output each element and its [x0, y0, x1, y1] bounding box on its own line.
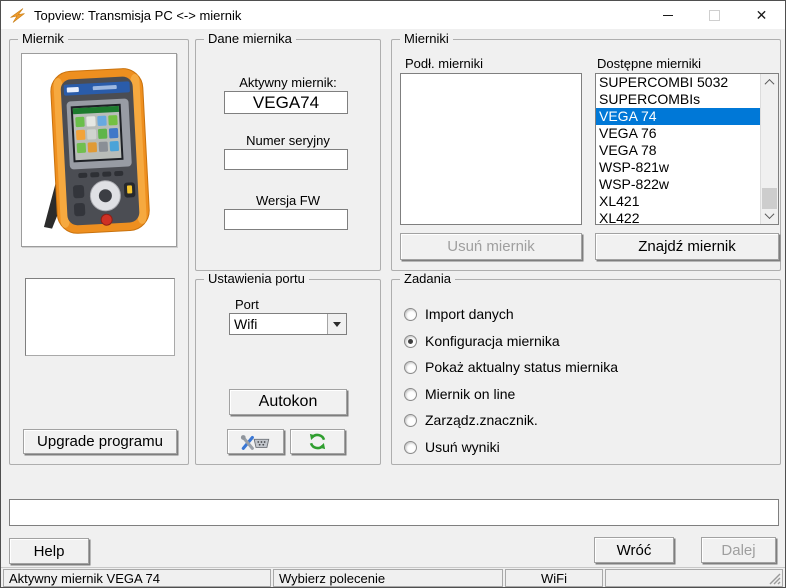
- chevron-down-icon: [333, 322, 341, 327]
- miernik-info-box: [25, 278, 175, 356]
- aktywny-miernik-value: VEGA74: [224, 91, 348, 114]
- radio-konfiguracja-miernika[interactable]: Konfiguracja miernika: [404, 333, 560, 349]
- port-combobox-value: Wifi: [230, 316, 327, 332]
- meter-device-illustration: [24, 56, 174, 244]
- radio-label: Import danych: [425, 306, 514, 322]
- help-button[interactable]: Help: [9, 538, 89, 564]
- radio-icon: [404, 414, 417, 427]
- radio-icon: [404, 361, 417, 374]
- refresh-icon: [308, 432, 327, 451]
- scrollbar-thumb[interactable]: [762, 188, 777, 209]
- status-empty: [605, 569, 783, 587]
- znajdz-miernik-label: Znajdź miernik: [638, 238, 736, 255]
- group-zadania: Zadania Import danych Konfiguracja miern…: [391, 279, 781, 465]
- list-item[interactable]: VEGA 76: [596, 125, 761, 142]
- wersja-fw-label: Wersja FW: [196, 193, 380, 208]
- list-item-selected[interactable]: VEGA 74: [596, 108, 761, 125]
- numer-seryjny-label: Numer seryjny: [196, 133, 380, 148]
- scroll-up-icon[interactable]: [761, 74, 778, 91]
- list-item[interactable]: SUPERCOMBI 5032: [596, 74, 761, 91]
- refresh-ports-button[interactable]: [290, 429, 345, 454]
- list-item[interactable]: VEGA 78: [596, 142, 761, 159]
- podl-mierniki-label: Podł. mierniki: [405, 56, 483, 71]
- app-window: Topview: Transmisja PC <-> miernik ✕ Mie…: [0, 0, 786, 588]
- port-config-button[interactable]: [227, 429, 284, 454]
- autokon-button[interactable]: Autokon: [229, 389, 347, 415]
- dalej-label: Dalej: [721, 542, 755, 559]
- radio-checked-icon: [404, 335, 417, 348]
- list-item[interactable]: XL421: [596, 193, 761, 210]
- radio-label: Konfiguracja miernika: [425, 333, 560, 349]
- upgrade-programu-button[interactable]: Upgrade programu: [23, 429, 177, 454]
- radio-pokaz-status[interactable]: Pokaż aktualny status miernika: [404, 359, 618, 375]
- port-combobox[interactable]: Wifi: [229, 313, 347, 335]
- message-box[interactable]: [9, 499, 779, 526]
- status-bar: Aktywny miernik VEGA 74 Wybierz poleceni…: [1, 567, 785, 588]
- port-label: Port: [235, 297, 259, 312]
- upgrade-programu-label: Upgrade programu: [37, 433, 163, 450]
- dostepne-mierniki-label: Dostępne mierniki: [597, 56, 701, 71]
- radio-label: Zarządz.znacznik.: [425, 412, 538, 428]
- group-ustawienia-portu: Ustawienia portu Port Wifi Autokon: [195, 279, 381, 465]
- help-label: Help: [34, 543, 65, 560]
- list-item[interactable]: WSP-821w: [596, 159, 761, 176]
- autokon-label: Autokon: [259, 393, 318, 411]
- list-item[interactable]: SUPERCOMBIs: [596, 91, 761, 108]
- minimize-button[interactable]: [644, 1, 691, 29]
- podl-mierniki-list[interactable]: [400, 73, 582, 225]
- maximize-button: [691, 1, 738, 29]
- status-connection: WiFi: [505, 569, 603, 587]
- scroll-down-icon[interactable]: [761, 207, 778, 224]
- group-dane-label: Dane miernika: [204, 32, 296, 46]
- radio-label: Pokaż aktualny status miernika: [425, 359, 618, 375]
- wersja-fw-input[interactable]: [224, 209, 348, 230]
- dalej-button: Dalej: [701, 537, 776, 563]
- radio-icon: [404, 308, 417, 321]
- radio-import-danych[interactable]: Import danych: [404, 306, 514, 322]
- resize-grip-icon[interactable]: [768, 572, 781, 585]
- usun-miernik-label: Usuń miernik: [447, 238, 535, 255]
- group-mierniki: Mierniki Podł. mierniki Dostępne miernik…: [391, 39, 781, 271]
- tools-serial-icon: [240, 432, 272, 452]
- group-miernik-label: Miernik: [18, 32, 68, 46]
- group-dane-miernika: Dane miernika Aktywny miernik: VEGA74 Nu…: [195, 39, 381, 271]
- dostepne-mierniki-list[interactable]: SUPERCOMBI 5032 SUPERCOMBIs VEGA 74 VEGA…: [595, 73, 779, 225]
- wroc-button[interactable]: Wróć: [594, 537, 674, 563]
- radio-zarzadz-znacznik[interactable]: Zarządz.znacznik.: [404, 412, 538, 428]
- title-bar: Topview: Transmisja PC <-> miernik ✕: [1, 1, 785, 29]
- minimize-icon: [663, 15, 673, 16]
- window-title: Topview: Transmisja PC <-> miernik: [34, 8, 241, 23]
- radio-label: Miernik on line: [425, 386, 515, 402]
- numer-seryjny-input[interactable]: [224, 149, 348, 170]
- port-combobox-dropdown-button[interactable]: [327, 314, 346, 334]
- group-mierniki-label: Mierniki: [400, 32, 453, 46]
- radio-label: Usuń wyniki: [425, 439, 500, 455]
- group-port-label: Ustawienia portu: [204, 272, 309, 286]
- maximize-icon: [709, 10, 720, 21]
- radio-usun-wyniki[interactable]: Usuń wyniki: [404, 439, 500, 455]
- list-item[interactable]: WSP-822w: [596, 176, 761, 193]
- list-item[interactable]: XL422: [596, 210, 761, 225]
- usun-miernik-button: Usuń miernik: [400, 233, 582, 260]
- wroc-label: Wróć: [617, 542, 652, 559]
- znajdz-miernik-button[interactable]: Znajdź miernik: [595, 233, 779, 260]
- aktywny-miernik-label: Aktywny miernik:: [196, 75, 380, 90]
- radio-miernik-online[interactable]: Miernik on line: [404, 386, 515, 402]
- lightning-app-icon: [9, 7, 26, 24]
- device-image: [21, 53, 177, 247]
- list-scrollbar[interactable]: [760, 74, 778, 224]
- group-zadania-label: Zadania: [400, 272, 455, 286]
- status-command-hint: Wybierz polecenie: [273, 569, 503, 587]
- radio-icon: [404, 441, 417, 454]
- radio-icon: [404, 388, 417, 401]
- close-icon: ✕: [756, 8, 768, 22]
- close-button[interactable]: ✕: [738, 1, 785, 29]
- status-active-meter: Aktywny miernik VEGA 74: [3, 569, 271, 587]
